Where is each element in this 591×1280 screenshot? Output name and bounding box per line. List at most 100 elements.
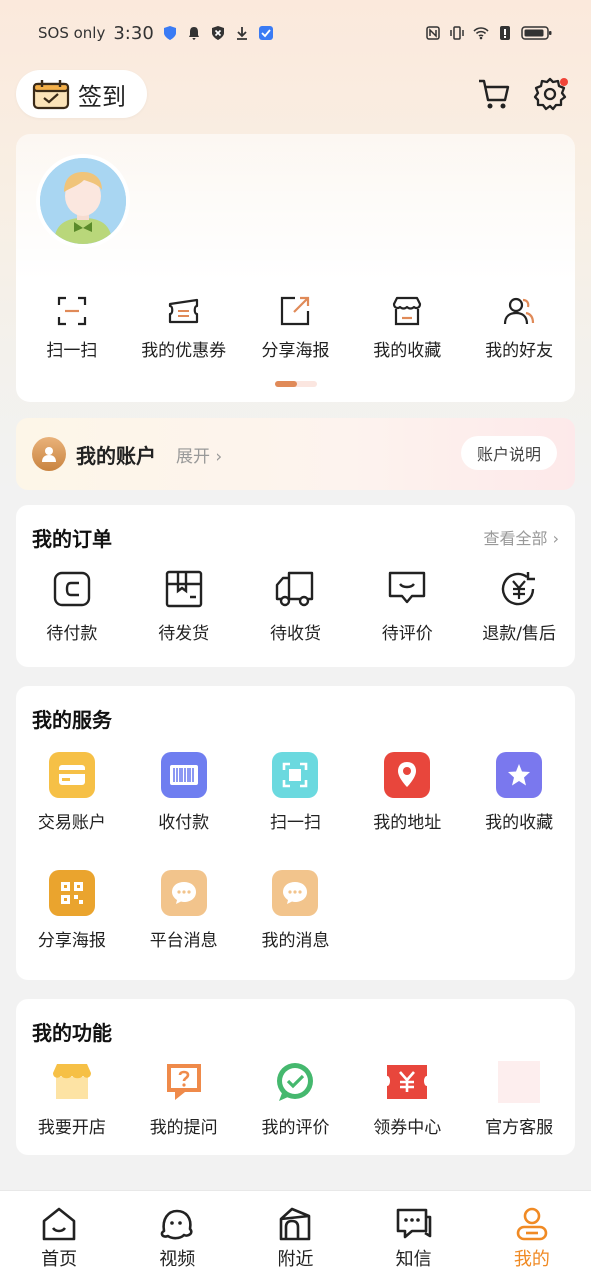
- order-label: 退款/售后: [482, 624, 556, 644]
- nav-messages[interactable]: 知信: [355, 1191, 473, 1280]
- cart-button[interactable]: [476, 76, 512, 112]
- order-pending-payment[interactable]: 待付款: [16, 569, 128, 644]
- quick-action-scan[interactable]: 扫一扫: [16, 294, 128, 361]
- service-trade-account[interactable]: 交易账户: [16, 752, 128, 833]
- functions-card: 我的功能 我要开店 我的提问 我的评价 领券中心 官方客服: [16, 999, 575, 1155]
- checkin-label: 签到: [78, 82, 126, 111]
- order-pending-shipment[interactable]: 待发货: [128, 569, 240, 644]
- nav-label: 首页: [41, 1249, 78, 1270]
- function-my-reviews[interactable]: 我的评价: [240, 1061, 352, 1138]
- bell-icon: [188, 27, 199, 40]
- service-my-messages[interactable]: 我的消息: [240, 870, 352, 951]
- orders-view-all-link[interactable]: 查看全部 ›: [484, 525, 560, 549]
- order-pending-receipt[interactable]: 待收货: [240, 569, 352, 644]
- service-payments[interactable]: 收付款: [128, 752, 240, 833]
- function-coupon-center[interactable]: 领券中心: [351, 1061, 463, 1138]
- services-row-1: 交易账户 收付款 扫一扫 我的地址 我的收藏: [16, 752, 575, 833]
- quick-action-label: 我的收藏: [373, 341, 442, 361]
- settings-button[interactable]: [532, 76, 568, 112]
- quick-action-favorites[interactable]: 我的收藏: [351, 294, 463, 361]
- service-label: 我的收藏: [485, 813, 554, 833]
- service-share-poster[interactable]: 分享海报: [16, 870, 128, 951]
- nearby-icon: [280, 1207, 311, 1241]
- avatar[interactable]: [36, 154, 130, 248]
- clock: 3:30: [113, 22, 154, 44]
- orders-title: 我的订单: [32, 527, 112, 551]
- alert-icon: [500, 26, 510, 40]
- shop-icon: [52, 1064, 91, 1099]
- bottom-nav: 首页 视频 附近 知信 我的: [0, 1190, 591, 1280]
- order-refund[interactable]: 退款/售后: [463, 569, 575, 644]
- quick-action-share[interactable]: 分享海报: [240, 294, 352, 361]
- functions-title: 我的功能: [32, 1021, 112, 1045]
- function-label: 我的提问: [149, 1118, 218, 1138]
- checkin-button[interactable]: 签到: [16, 70, 147, 118]
- truck-icon: [276, 571, 314, 607]
- share-icon: [281, 296, 310, 326]
- order-pending-review[interactable]: 待评价: [351, 569, 463, 644]
- service-favorites[interactable]: 我的收藏: [463, 752, 575, 833]
- function-customer-service[interactable]: 官方客服: [463, 1061, 575, 1138]
- function-open-store[interactable]: 我要开店: [16, 1061, 128, 1138]
- nav-label: 我的: [513, 1249, 550, 1270]
- calendar-check-icon: [32, 80, 70, 110]
- blocked-shield-icon: [211, 26, 224, 40]
- service-platform-messages[interactable]: 平台消息: [128, 870, 240, 951]
- status-bar: SOS only 3:30: [0, 0, 591, 66]
- service-icon: [498, 1061, 541, 1103]
- card-icon: [48, 752, 95, 798]
- home-icon: [42, 1207, 76, 1241]
- comment-icon: [389, 571, 426, 604]
- account-title: 我的账户: [76, 443, 156, 468]
- download-icon: [236, 27, 247, 40]
- service-scan[interactable]: 扫一扫: [240, 752, 352, 833]
- service-label: 平台消息: [149, 931, 218, 951]
- function-label: 我的评价: [261, 1118, 330, 1138]
- video-icon: [160, 1209, 193, 1240]
- function-label: 我要开店: [37, 1118, 106, 1138]
- wallet-icon: [53, 571, 91, 607]
- friends-icon: [503, 297, 535, 325]
- scan-icon: [57, 296, 86, 326]
- quick-action-label: 分享海报: [261, 341, 330, 361]
- page-indicator: [275, 381, 317, 387]
- app-notification-icon: [258, 26, 273, 40]
- avatar-illustration: [40, 158, 126, 244]
- service-label: 我的消息: [261, 931, 330, 951]
- nav-video[interactable]: 视频: [118, 1191, 236, 1280]
- functions-row: 我要开店 我的提问 我的评价 领券中心 官方客服: [16, 1061, 575, 1138]
- page-indicator-active: [275, 381, 297, 387]
- nav-nearby[interactable]: 附近: [236, 1191, 354, 1280]
- quick-action-coupon[interactable]: 我的优惠券: [128, 294, 240, 361]
- chat-bubble-icon: [160, 870, 207, 916]
- service-label: 扫一扫: [269, 813, 321, 833]
- nav-home[interactable]: 首页: [0, 1191, 118, 1280]
- coupon-icon: [168, 298, 198, 324]
- service-label: 收付款: [158, 813, 210, 833]
- service-address[interactable]: 我的地址: [351, 752, 463, 833]
- nfc-icon: [426, 26, 440, 40]
- services-title: 我的服务: [32, 708, 112, 732]
- scan-icon: [272, 752, 319, 798]
- account-bar[interactable]: 我的账户 展开 › 账户说明: [16, 418, 575, 490]
- order-label: 待发货: [158, 624, 210, 644]
- account-expand-link[interactable]: 展开 ›: [176, 442, 222, 467]
- message-icon: [396, 1208, 431, 1239]
- nav-profile[interactable]: 我的: [473, 1191, 591, 1280]
- header: 签到: [16, 70, 575, 118]
- services-row-2: 分享海报 平台消息 我的消息: [16, 870, 575, 951]
- service-label: 交易账户: [37, 813, 106, 833]
- quick-action-friends[interactable]: 我的好友: [463, 294, 575, 361]
- review-check-icon: [277, 1063, 314, 1101]
- shield-icon: [163, 26, 176, 40]
- order-label: 待付款: [46, 624, 98, 644]
- star-icon: [496, 752, 543, 798]
- function-my-questions[interactable]: 我的提问: [128, 1061, 240, 1138]
- function-label: 领券中心: [373, 1118, 442, 1138]
- carrier-text: SOS only: [38, 24, 106, 42]
- account-explain-button[interactable]: 账户说明: [460, 436, 557, 470]
- barcode-icon: [160, 752, 207, 798]
- store-icon: [393, 296, 422, 326]
- order-label: 待评价: [381, 624, 433, 644]
- quick-actions: 扫一扫 我的优惠券 分享海报 我的收藏 我的好友: [16, 294, 575, 361]
